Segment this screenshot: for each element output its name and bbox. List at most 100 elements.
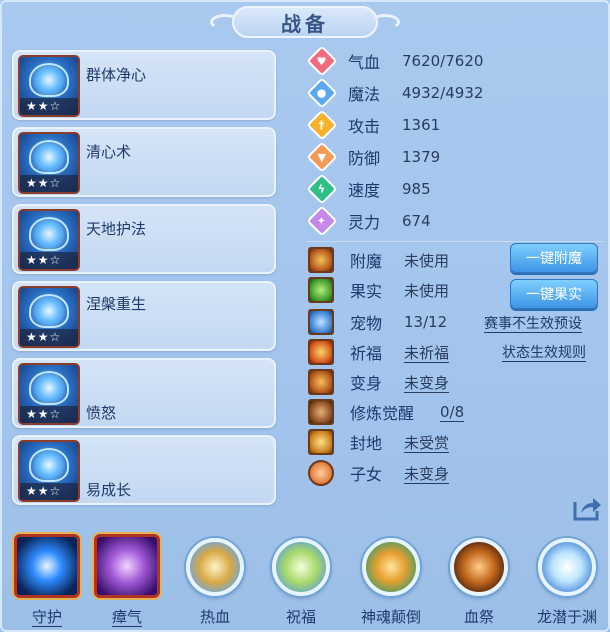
item-label: 子女 — [350, 465, 383, 484]
buff-label: 守护 — [31, 608, 62, 626]
skill-card[interactable]: ★★☆ 群体净心 — [12, 50, 276, 120]
buff-label: 祝福 — [285, 608, 316, 626]
star-rating: ★★☆ — [20, 175, 78, 192]
item-value: 未使用 — [404, 281, 450, 300]
star-rating: ★★☆ — [20, 329, 78, 346]
item-row-fief[interactable]: 封地 未受赏 — [308, 429, 449, 455]
item-row-enchant[interactable]: 附魔 未使用 — [308, 247, 449, 273]
mana-icon: ● — [306, 77, 338, 109]
page-title: 战备 — [232, 6, 378, 38]
buff-label: 血祭 — [463, 608, 494, 626]
stat-label: 速度 — [348, 181, 381, 200]
stat-label: 灵力 — [348, 213, 381, 232]
buff-label: 瘴气 — [111, 608, 142, 626]
item-row-awakening[interactable]: 修炼觉醒 0/8 — [308, 399, 464, 425]
one-click-enchant-button[interactable]: 一键附魔 — [510, 243, 598, 273]
star-rating: ★★☆ — [20, 98, 78, 115]
rules-link[interactable]: 状态生效规则 — [502, 342, 586, 362]
star-rating: ★★☆ — [20, 483, 78, 500]
preset-link[interactable]: 赛事不生效预设 — [484, 313, 582, 333]
buff-passion[interactable]: 热血 — [172, 534, 252, 632]
stat-label: 气血 — [348, 53, 381, 72]
skill-icon: ★★☆ — [18, 286, 80, 348]
skill-card[interactable]: ★★☆ 清心术 — [12, 127, 276, 197]
item-value[interactable]: 未变身 — [404, 372, 449, 393]
skill-card[interactable]: ★★☆ 易成长 — [12, 435, 276, 505]
buff-miasma[interactable]: 瘴气 — [84, 534, 164, 632]
item-label: 宠物 — [350, 314, 383, 333]
buff-blessing[interactable]: 祝福 — [258, 534, 338, 632]
divider — [306, 241, 604, 242]
title-bar: 战备 — [210, 4, 400, 40]
blessing-icon — [308, 339, 334, 365]
item-row-pet[interactable]: 宠物 13/12 — [308, 309, 447, 335]
skill-name: 群体净心 — [86, 66, 147, 84]
stat-label: 防御 — [348, 149, 381, 168]
skill-card[interactable]: ★★☆ 天地护法 — [12, 204, 276, 274]
passion-icon — [186, 538, 244, 596]
item-value[interactable]: 未变身 — [404, 463, 449, 484]
buff-label: 热血 — [199, 608, 230, 626]
miasma-icon — [94, 534, 160, 598]
item-row-children[interactable]: 子女 未变身 — [308, 460, 449, 486]
skill-name: 清心术 — [86, 143, 132, 161]
stat-row-hp: ♥ 气血 7620/7620 — [306, 45, 484, 77]
stat-row-spirit: ✦ 灵力 674 — [306, 205, 431, 237]
stat-value: 674 — [402, 212, 431, 230]
stat-label: 攻击 — [348, 117, 381, 136]
stat-value: 1379 — [402, 148, 441, 166]
item-value[interactable]: 未受赏 — [404, 432, 449, 453]
stat-value: 4932/4932 — [402, 84, 484, 102]
item-value[interactable]: 0/8 — [440, 403, 464, 421]
stat-value: 7620/7620 — [402, 52, 484, 70]
child-icon — [308, 460, 334, 486]
skill-name: 涅槃重生 — [86, 295, 147, 313]
skill-card[interactable]: ★★☆ 愤怒 — [12, 358, 276, 428]
blood-sacrifice-icon — [450, 538, 508, 596]
stat-value: 985 — [402, 180, 431, 198]
skill-card[interactable]: ★★☆ 涅槃重生 — [12, 281, 276, 351]
item-value[interactable]: 未祈福 — [404, 342, 449, 363]
skill-icon: ★★☆ — [18, 209, 80, 271]
item-row-transform[interactable]: 变身 未变身 — [308, 369, 449, 395]
skill-name: 易成长 — [86, 481, 132, 499]
lightning-icon: ϟ — [306, 173, 338, 205]
stat-row-mana: ● 魔法 4932/4932 — [306, 77, 484, 109]
fruit-icon — [308, 277, 334, 303]
enchant-icon — [308, 247, 334, 273]
stat-value: 1361 — [402, 116, 441, 134]
item-value: 13/12 — [404, 313, 448, 331]
stat-row-attack: † 攻击 1361 — [306, 109, 441, 141]
one-click-fruit-button[interactable]: 一键果实 — [510, 279, 598, 309]
blessing-buff-icon — [272, 538, 330, 596]
item-label: 封地 — [350, 434, 383, 453]
item-label: 祈福 — [350, 344, 383, 363]
buff-hidden-dragon[interactable]: 龙潜于渊 — [524, 534, 604, 632]
meditation-icon — [308, 399, 334, 425]
share-icon[interactable] — [571, 494, 603, 522]
item-label: 修炼觉醒 — [350, 404, 415, 423]
star-rating: ★★☆ — [20, 406, 78, 423]
stat-row-defense: ▼ 防御 1379 — [306, 141, 441, 173]
item-label: 变身 — [350, 374, 383, 393]
item-row-fruit[interactable]: 果实 未使用 — [308, 277, 449, 303]
buff-enchanted[interactable]: 神魂颠倒 — [348, 534, 428, 632]
heart-icon: ♥ — [306, 45, 338, 77]
transform-icon — [308, 369, 334, 395]
item-row-blessing[interactable]: 祈福 未祈福 — [308, 339, 449, 365]
skill-icon: ★★☆ — [18, 55, 80, 117]
item-label: 附魔 — [350, 252, 383, 271]
stat-row-speed: ϟ 速度 985 — [306, 173, 431, 205]
buff-guard[interactable]: 守护 — [4, 534, 84, 632]
buff-label: 龙潜于渊 — [536, 608, 597, 626]
skill-name: 天地护法 — [86, 220, 147, 238]
charm-icon — [362, 538, 420, 596]
shield-icon: ▼ — [306, 141, 338, 173]
buff-label: 神魂颠倒 — [360, 608, 421, 626]
pet-icon — [308, 309, 334, 335]
item-label: 果实 — [350, 282, 383, 301]
item-value: 未使用 — [404, 251, 450, 270]
skill-icon: ★★☆ — [18, 440, 80, 502]
skill-icon: ★★☆ — [18, 132, 80, 194]
buff-blood-sacrifice[interactable]: 血祭 — [436, 534, 516, 632]
